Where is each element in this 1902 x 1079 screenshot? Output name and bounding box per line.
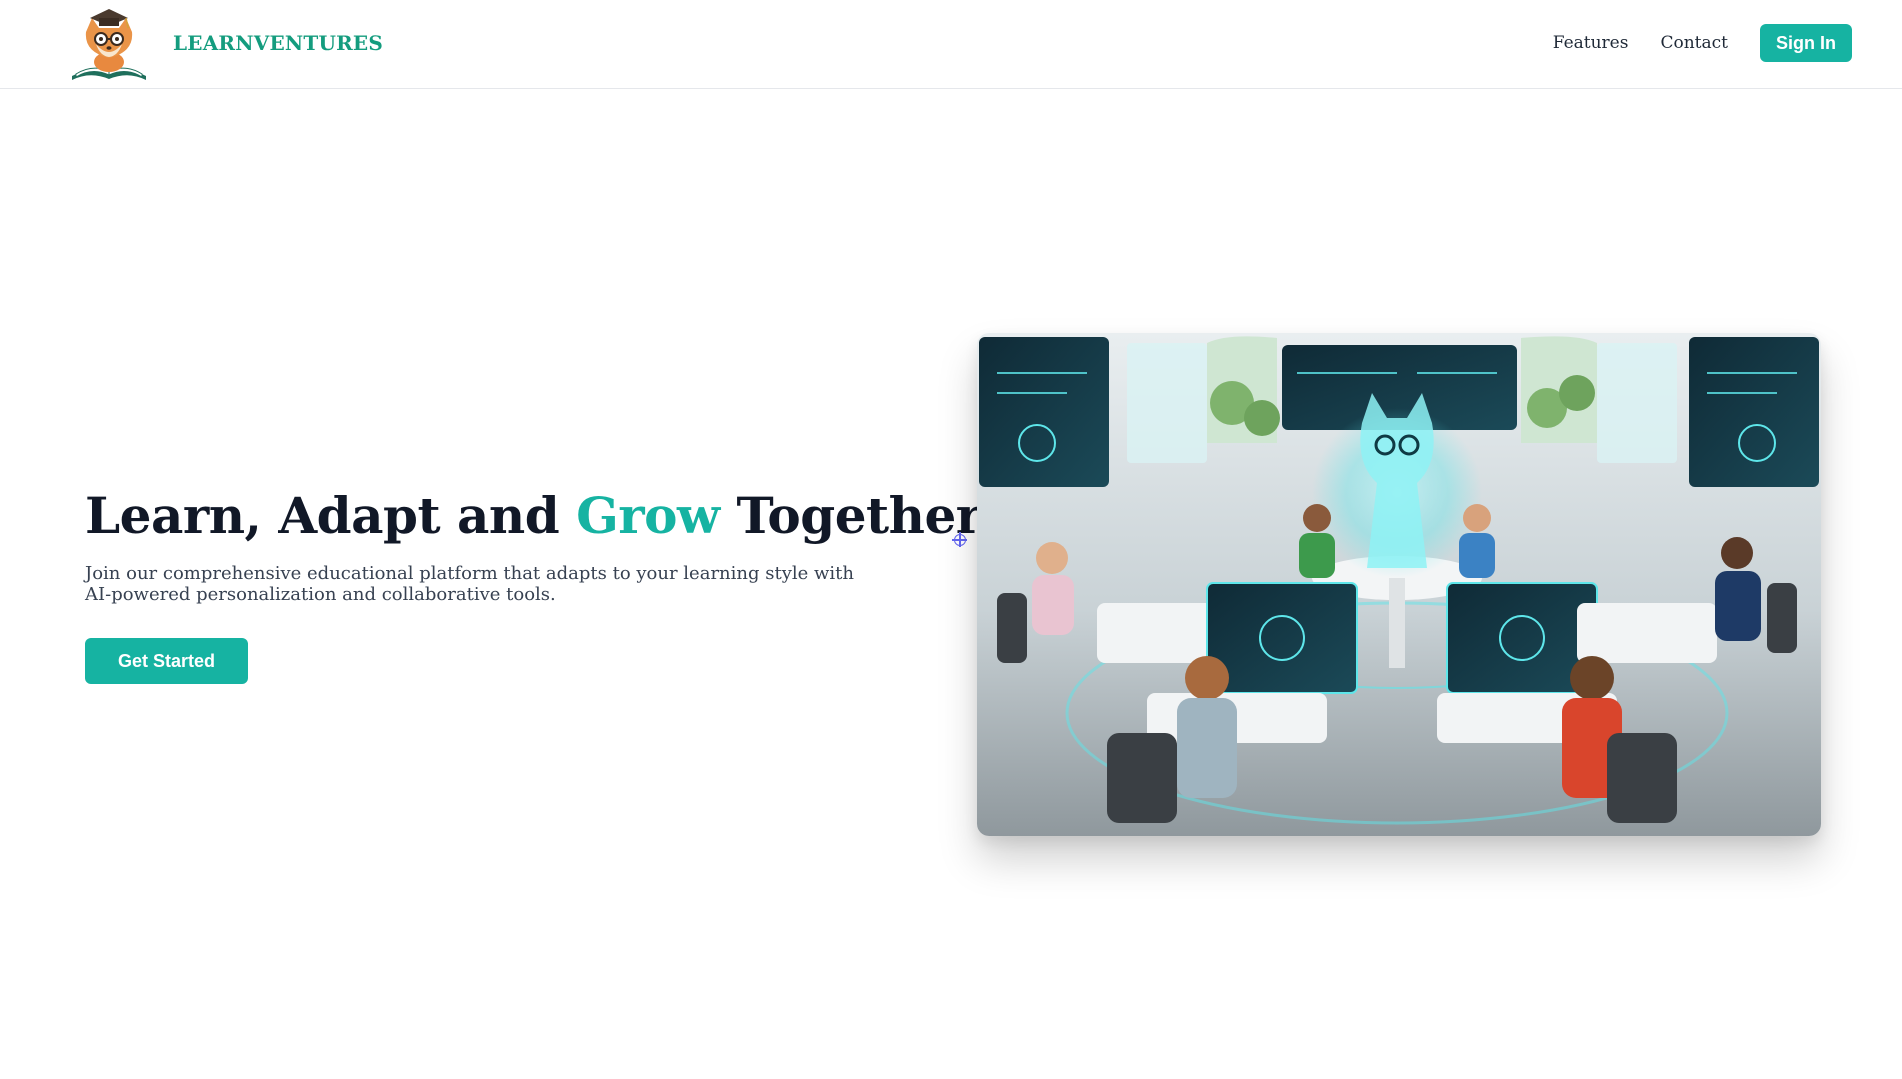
hero-title-part1: Learn, Adapt and: [85, 486, 577, 545]
nav-contact-link[interactable]: Contact: [1660, 33, 1728, 53]
hero-title-accent: Grow: [576, 486, 720, 545]
brand-name[interactable]: LEARNVENTURES: [173, 31, 383, 55]
main-nav: Features Contact Sign In: [1553, 24, 1852, 62]
site-header: LEARNVENTURES Features Contact Sign In: [0, 0, 1902, 89]
nav-features-link[interactable]: Features: [1553, 33, 1629, 53]
sign-in-button[interactable]: Sign In: [1760, 24, 1852, 62]
hero-title-part2: Together: [719, 486, 982, 545]
get-started-button[interactable]: Get Started: [85, 638, 248, 684]
hero-illustration: [977, 333, 1821, 836]
fox-logo-icon[interactable]: [68, 4, 150, 84]
hero-subtitle: Join our comprehensive educational platf…: [85, 563, 854, 605]
crosshair-icon: [952, 532, 967, 547]
hero-title: Learn, Adapt and Grow Together: [85, 486, 982, 545]
